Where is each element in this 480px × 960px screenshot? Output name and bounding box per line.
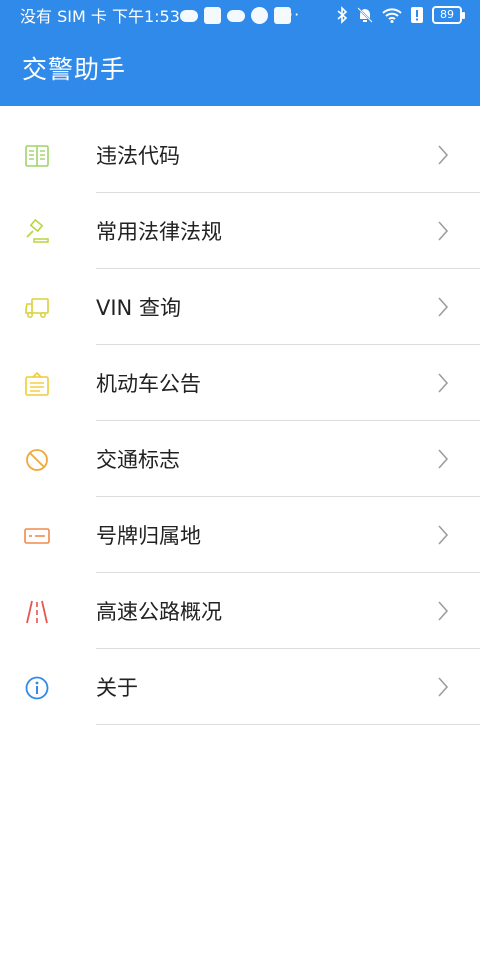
battery-icon: 89 bbox=[432, 6, 465, 24]
document-icon bbox=[25, 371, 49, 396]
gavel-icon bbox=[26, 219, 49, 243]
app-header: 没有 SIM 卡 下午1:53 ··· 89 交警助手 bbox=[0, 0, 480, 106]
menu-item-label: 号牌归属地 bbox=[96, 524, 201, 548]
status-carrier-time: 没有 SIM 卡 下午1:53 bbox=[20, 7, 180, 26]
alert-icon bbox=[411, 7, 423, 23]
main-menu: 违法代码 常用法律法规 VIN 查询 机动车公告 交通标志 号牌归属地 高速公路… bbox=[0, 117, 480, 725]
menu-item-label: 交通标志 bbox=[96, 448, 180, 472]
cloud-icon bbox=[180, 9, 198, 22]
menu-item-label: 高速公路概况 bbox=[96, 600, 222, 624]
license-plate-icon bbox=[24, 528, 50, 544]
weather-icon bbox=[227, 9, 245, 22]
chevron-right-icon bbox=[438, 221, 449, 241]
app-notification-icon bbox=[204, 7, 221, 24]
menu-item-label: 机动车公告 bbox=[96, 372, 201, 396]
menu-item-vehicle-bulletin[interactable]: 机动车公告 bbox=[0, 345, 480, 421]
menu-item-vin-lookup[interactable]: VIN 查询 bbox=[0, 269, 480, 345]
truck-icon bbox=[25, 298, 49, 318]
bluetooth-icon bbox=[337, 6, 348, 24]
menu-item-label: 关于 bbox=[96, 676, 138, 700]
highway-icon bbox=[26, 600, 48, 624]
menu-item-about[interactable]: 关于 bbox=[0, 649, 480, 725]
menu-item-violation-codes[interactable]: 违法代码 bbox=[0, 117, 480, 193]
divider bbox=[96, 724, 480, 725]
book-icon bbox=[25, 145, 49, 167]
chevron-right-icon bbox=[438, 601, 449, 621]
chevron-right-icon bbox=[438, 297, 449, 317]
prohibited-icon bbox=[26, 449, 48, 471]
menu-item-plate-origin[interactable]: 号牌归属地 bbox=[0, 497, 480, 573]
chevron-right-icon bbox=[438, 373, 449, 393]
mute-bell-icon bbox=[357, 7, 373, 23]
chevron-right-icon bbox=[438, 145, 449, 165]
chevron-right-icon bbox=[438, 677, 449, 697]
chevron-right-icon bbox=[438, 449, 449, 469]
menu-item-traffic-signs[interactable]: 交通标志 bbox=[0, 421, 480, 497]
lightbulb-icon bbox=[251, 7, 268, 24]
menu-item-label: 违法代码 bbox=[96, 144, 180, 168]
info-icon bbox=[25, 676, 49, 700]
page-title: 交警助手 bbox=[22, 55, 127, 84]
notification-icons bbox=[180, 7, 291, 24]
wifi-icon bbox=[382, 8, 402, 23]
chevron-right-icon bbox=[438, 525, 449, 545]
more-notifications-icon: ··· bbox=[282, 5, 301, 24]
menu-item-label: VIN 查询 bbox=[96, 296, 181, 320]
menu-item-common-laws[interactable]: 常用法律法规 bbox=[0, 193, 480, 269]
menu-item-label: 常用法律法规 bbox=[96, 220, 222, 244]
system-icons: 89 bbox=[336, 6, 465, 24]
status-bar: 没有 SIM 卡 下午1:53 ··· 89 bbox=[0, 0, 480, 34]
menu-item-highway-overview[interactable]: 高速公路概况 bbox=[0, 573, 480, 649]
